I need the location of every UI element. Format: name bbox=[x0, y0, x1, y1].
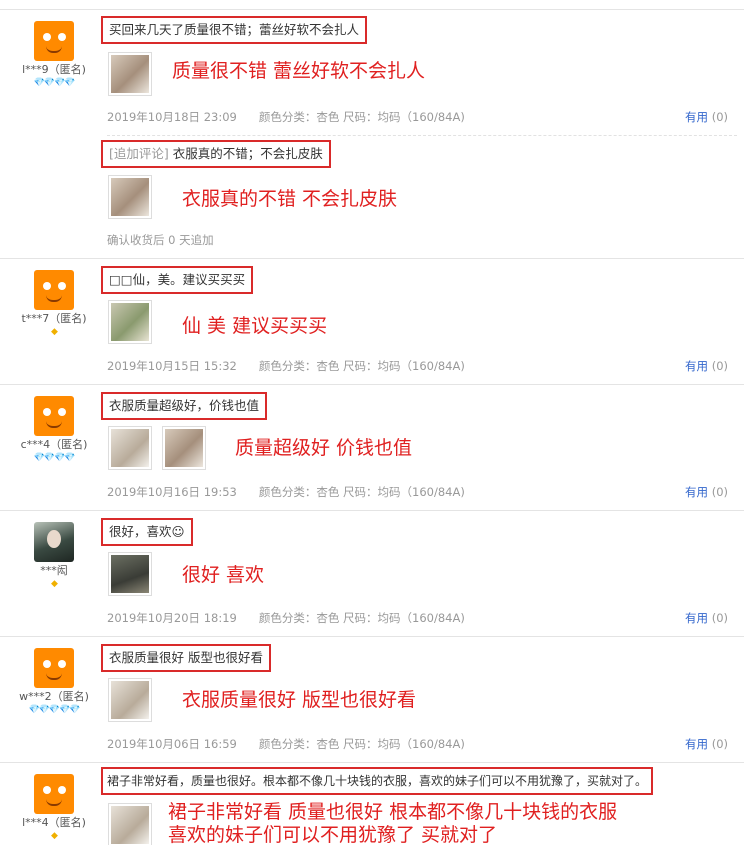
review-photo-thumbnail[interactable] bbox=[108, 552, 152, 596]
reviewer-info: l***9（匿名) 💎💎💎💎 bbox=[0, 21, 108, 89]
review-item: l***9（匿名) 💎💎💎💎 买回来几天了质量很不错；蕾丝好软不会扎人 质量很不… bbox=[0, 9, 744, 258]
reviewer-info: w***2（匿名) 💎💎💎💎💎 bbox=[0, 648, 108, 716]
reviewer-info: ***闳 ◆ bbox=[0, 522, 108, 590]
review-photo-thumbnail[interactable] bbox=[162, 426, 206, 470]
followup-tag: [追加评论] bbox=[109, 146, 169, 161]
reviewer-info: l***4（匿名) ◆ bbox=[0, 774, 108, 842]
reviewer-level-badge: 💎💎💎💎💎 bbox=[28, 705, 80, 715]
reviewer-level-badge: 💎💎💎💎 bbox=[33, 78, 76, 88]
review-color: 颜色分类：杏色 bbox=[258, 110, 340, 124]
review-annotation: 仙 美 建议买买买 bbox=[182, 315, 328, 337]
avatar[interactable] bbox=[34, 648, 74, 688]
review-photo-thumbnail[interactable] bbox=[108, 52, 152, 96]
useful-button[interactable]: 有用 (0) bbox=[685, 485, 728, 499]
review-color: 颜色分类：杏色 bbox=[258, 611, 340, 625]
review-date: 2019年10月16日 19:53 bbox=[107, 485, 237, 499]
review-text: 衣服质量很好 版型也很好看 bbox=[101, 644, 271, 672]
avatar[interactable] bbox=[34, 270, 74, 310]
reviewer-info: t***7（匿名) ◆ bbox=[0, 270, 108, 338]
review-text: □□仙，美。建议买买买 bbox=[101, 266, 254, 294]
review-meta: 2019年10月18日 23:09 颜色分类：杏色 尺码：均码（160/84A) bbox=[107, 110, 465, 124]
review-meta: 2019年10月15日 15:32 颜色分类：杏色 尺码：均码（160/84A) bbox=[107, 359, 465, 373]
review-date: 2019年10月06日 16:59 bbox=[107, 737, 237, 751]
review-date: 2019年10月20日 18:19 bbox=[107, 611, 237, 625]
review-size: 尺码：均码（160/84A) bbox=[343, 611, 465, 625]
review-item: c***4（匿名) 💎💎💎💎 衣服质量超级好，价钱也值 质量超级好 价钱也值 2… bbox=[0, 384, 744, 510]
review-annotation-line2: 喜欢的妹子们可以不用犹豫了 买就对了 bbox=[168, 824, 498, 845]
review-photo-thumbnail[interactable] bbox=[108, 803, 152, 845]
reviewer-level-badge: 💎💎💎💎 bbox=[33, 453, 76, 463]
review-annotation: 质量超级好 价钱也值 bbox=[235, 437, 413, 459]
reviewer-level-badge: ◆ bbox=[51, 831, 58, 841]
followup-text: [追加评论] 衣服真的不错；不会扎皮肤 bbox=[101, 140, 331, 168]
review-annotation: 衣服质量很好 版型也很好看 bbox=[182, 689, 417, 711]
useful-button[interactable]: 有用 (0) bbox=[685, 737, 728, 751]
useful-button[interactable]: 有用 (0) bbox=[685, 110, 728, 124]
review-size: 尺码：均码（160/84A) bbox=[343, 485, 465, 499]
reviewer-name: t***7（匿名) bbox=[21, 312, 87, 325]
review-size: 尺码：均码（160/84A) bbox=[343, 359, 465, 373]
review-list: l***9（匿名) 💎💎💎💎 买回来几天了质量很不错；蕾丝好软不会扎人 质量很不… bbox=[0, 0, 744, 845]
review-meta: 2019年10月16日 19:53 颜色分类：杏色 尺码：均码（160/84A) bbox=[107, 485, 465, 499]
followup-photo-thumbnail[interactable] bbox=[108, 175, 152, 219]
review-color: 颜色分类：杏色 bbox=[258, 737, 340, 751]
review-item: l***4（匿名) ◆ 裙子非常好看，质量也很好。根本都不像几十块钱的衣服，喜欢… bbox=[0, 762, 744, 845]
review-color: 颜色分类：杏色 bbox=[258, 359, 340, 373]
reviewer-name: l***4（匿名) bbox=[22, 816, 86, 829]
review-text: 很好，喜欢☺ bbox=[101, 518, 193, 546]
review-annotation: 质量很不错 蕾丝好软不会扎人 bbox=[172, 60, 426, 82]
review-text: 衣服质量超级好，价钱也值 bbox=[101, 392, 268, 420]
review-photo-thumbnail[interactable] bbox=[108, 426, 152, 470]
reviewer-name: c***4（匿名) bbox=[20, 438, 88, 451]
review-photo-thumbnail[interactable] bbox=[108, 678, 152, 722]
avatar[interactable] bbox=[34, 396, 74, 436]
review-annotation: 很好 喜欢 bbox=[182, 564, 265, 586]
reviewer-level-badge: ◆ bbox=[51, 327, 58, 337]
review-text: 裙子非常好看，质量也很好。根本都不像几十块钱的衣服，喜欢的妹子们可以不用犹豫了，… bbox=[101, 767, 654, 795]
followup-divider bbox=[107, 135, 737, 136]
review-meta: 2019年10月06日 16:59 颜色分类：杏色 尺码：均码（160/84A) bbox=[107, 737, 465, 751]
review-text: 买回来几天了质量很不错；蕾丝好软不会扎人 bbox=[101, 16, 368, 44]
reviewer-name: w***2（匿名) bbox=[19, 690, 89, 703]
review-annotation: 裙子非常好看 质量也很好 根本都不像几十块钱的衣服 bbox=[168, 801, 618, 823]
reviewer-level-badge: ◆ bbox=[51, 579, 58, 589]
review-photo-thumbnail[interactable] bbox=[108, 300, 152, 344]
review-size: 尺码：均码（160/84A) bbox=[343, 737, 465, 751]
reviewer-info: c***4（匿名) 💎💎💎💎 bbox=[0, 396, 108, 464]
review-item: ***闳 ◆ 很好，喜欢☺ 很好 喜欢 2019年10月20日 18:19 颜色分… bbox=[0, 510, 744, 636]
review-color: 颜色分类：杏色 bbox=[258, 485, 340, 499]
review-size: 尺码：均码（160/84A) bbox=[343, 110, 465, 124]
avatar[interactable] bbox=[34, 522, 74, 562]
review-date: 2019年10月18日 23:09 bbox=[107, 110, 237, 124]
followup-annotation: 衣服真的不错 不会扎皮肤 bbox=[182, 188, 398, 210]
avatar[interactable] bbox=[34, 774, 74, 814]
review-item: t***7（匿名) ◆ □□仙，美。建议买买买 仙 美 建议买买买 2019年1… bbox=[0, 258, 744, 384]
review-date: 2019年10月15日 15:32 bbox=[107, 359, 237, 373]
reviewer-name: ***闳 bbox=[40, 564, 68, 577]
followup-note: 确认收货后 0 天追加 bbox=[107, 233, 214, 247]
review-item: w***2（匿名) 💎💎💎💎💎 衣服质量很好 版型也很好看 衣服质量很好 版型也… bbox=[0, 636, 744, 762]
avatar[interactable] bbox=[34, 21, 74, 61]
review-meta: 2019年10月20日 18:19 颜色分类：杏色 尺码：均码（160/84A) bbox=[107, 611, 465, 625]
reviewer-name: l***9（匿名) bbox=[22, 63, 86, 76]
useful-button[interactable]: 有用 (0) bbox=[685, 611, 728, 625]
useful-button[interactable]: 有用 (0) bbox=[685, 359, 728, 373]
